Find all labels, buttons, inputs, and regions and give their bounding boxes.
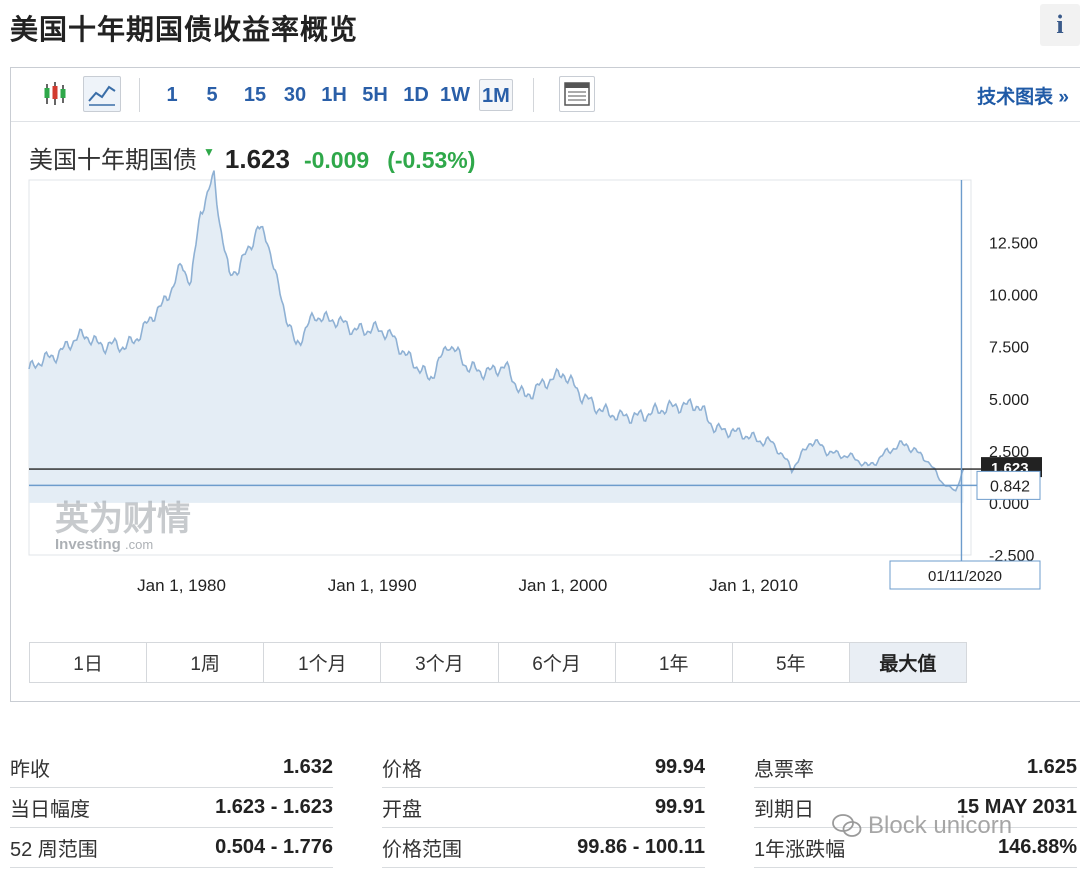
stats-column: 息票率 1.625 到期日 15 MAY 2031 1年涨跌幅 146.88% [754,748,1077,868]
stats-column: 价格 99.94 开盘 99.91 价格范围 99.86 - 100.11 [382,748,705,868]
stat-value: 1.625 [1026,756,1077,778]
y-tick-label: 12.500 [989,236,1038,253]
range-button[interactable]: 1个月 [264,643,382,682]
stat-label: 到期日 [754,799,814,821]
stat-row: 当日幅度 1.623 - 1.623 [10,788,333,828]
stat-value: 99.86 - 100.11 [577,836,705,858]
crosshair-value-label: 0.842 [990,478,1030,495]
yield-chart[interactable]: 英为财情Investing .com12.50010.0007.5005.0002… [11,68,1080,638]
stat-label: 52 周范围 [10,839,98,861]
range-button[interactable]: 5年 [732,643,850,682]
stat-label: 开盘 [382,799,422,821]
range-button[interactable]: 1日 [30,643,148,682]
time-range-selector: 1日 1周 1个月 3个月 6个月 1年 5年 最大值 [29,642,967,683]
footer-watermark: Block unicorn [832,812,1012,840]
x-tick-label: Jan 1, 2010 [709,576,798,595]
range-button[interactable]: 1年 [615,643,733,682]
stats-column: 昨收 1.632 当日幅度 1.623 - 1.623 52 周范围 0.504 - 1.… [10,748,333,868]
x-tick-label: Jan 1, 1980 [137,576,226,595]
stat-row: 52 周范围 0.504 - 1.776 [10,828,333,868]
stat-label: 价格范围 [382,839,462,861]
y-tick-label: 10.000 [989,288,1038,305]
wechat-icon [832,814,862,837]
stat-row: 开盘 99.91 [382,788,705,828]
crosshair-date-label: 01/11/2020 [928,568,1002,585]
footer-watermark-text: Block unicorn [868,812,1013,839]
stat-row: 价格 99.94 [382,748,705,788]
stat-value: 1.632 [282,756,333,778]
info-button[interactable]: i [1040,4,1080,46]
stat-label: 息票率 [754,759,814,781]
stat-value: 0.504 - 1.776 [215,836,333,858]
chart-panel: 1 5 15 30 1H 5H 1D 1W 1M 技术图表 » 美国十年期国债 ▼ 1.623 … [10,67,1080,702]
range-button[interactable]: 1周 [147,643,265,682]
watermark-en: Investing [55,536,121,553]
watermark-cn: 英为财情 [55,499,191,539]
stat-value: 1.623 - 1.623 [215,796,333,818]
range-button[interactable]: 最大值 [849,643,966,682]
range-button[interactable]: 3个月 [381,643,499,682]
watermark-en-suffix: .com [125,537,153,552]
stat-label: 价格 [382,759,422,781]
x-tick-label: Jan 1, 1990 [328,576,417,595]
stat-row: 息票率 1.625 [754,748,1077,788]
x-tick-label: Jan 1, 2000 [518,576,607,595]
stat-row: 昨收 1.632 [10,748,333,788]
page-title: 美国十年期国债收益率概览 [10,14,359,45]
stat-label: 当日幅度 [10,799,90,821]
stat-row: 价格范围 99.86 - 100.11 [382,828,705,868]
y-tick-label: 5.000 [989,392,1029,409]
stat-label: 昨收 [10,759,50,781]
y-tick-label: 7.500 [989,340,1029,357]
stat-value: 99.91 [654,796,705,818]
stat-value: 99.94 [654,756,705,778]
range-button[interactable]: 6个月 [498,643,616,682]
